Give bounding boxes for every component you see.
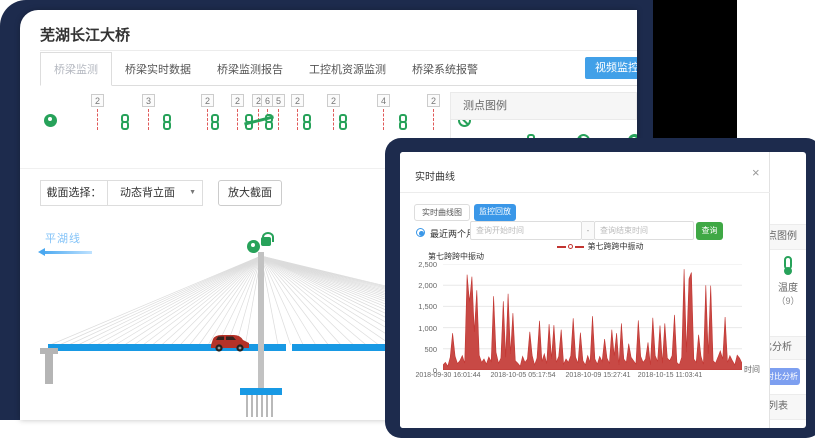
video-monitor-button[interactable]: 视频监控 (585, 57, 637, 79)
cable-line (261, 256, 379, 345)
background-window (737, 0, 815, 150)
legend-marker-line (575, 246, 584, 248)
temperature-legend-item[interactable]: 温度 （9） (770, 256, 806, 307)
close-icon[interactable]: × (752, 165, 760, 180)
link-icon[interactable] (398, 114, 408, 130)
background-gap (653, 0, 737, 139)
tab-桥梁系统报警[interactable]: 桥梁系统报警 (399, 53, 491, 85)
link-icon[interactable] (162, 114, 172, 130)
sensor-count-badge: 2 (201, 94, 214, 107)
bridge-deck-segment (264, 344, 286, 351)
query-button[interactable]: 查询 (696, 222, 723, 240)
sensor-connector-line (383, 109, 384, 130)
gauge-icon[interactable] (44, 114, 57, 127)
y-axis-tick-label: 2,000 (406, 281, 437, 290)
sensor-count-badge: 5 (272, 94, 285, 107)
sensor-count-badge: 2 (327, 94, 340, 107)
vehicle-on-bridge (208, 326, 252, 358)
x-axis-tick-label: 2018-10-05 05:17:54 (483, 372, 563, 379)
abutment-pier-stem (45, 354, 53, 384)
main-tabbar: 桥梁监测桥梁实时数据桥梁监测报告工控机资源监测桥梁系统报警 (40, 55, 637, 86)
legend-series-label: 第七跨跨中振动 (588, 241, 644, 252)
section-select-value: 动态背立面 (120, 181, 175, 205)
section-select-label: 截面选择： (40, 180, 108, 206)
gauge-icon[interactable] (247, 240, 260, 253)
sensor-count-badge: 2 (231, 94, 244, 107)
sensor-connector-line (433, 109, 434, 130)
tab-桥梁监测[interactable]: 桥梁监测 (40, 52, 112, 86)
tower-foundation-cap (240, 388, 282, 395)
x-axis-name: 时间 (744, 364, 760, 375)
divider (400, 192, 770, 193)
section-select-bar: 截面选择： 动态背立面 ▼ 放大截面 (40, 180, 340, 206)
tower-foundation-piles (246, 395, 276, 417)
sensor-connector-line (297, 109, 298, 130)
query-start-time-input[interactable] (470, 221, 582, 240)
tab-桥梁监测报告[interactable]: 桥梁监测报告 (204, 53, 296, 85)
y-axis-tick-labels: 05001,0001,5002,0002,500 (406, 264, 440, 370)
y-axis-tick-label: 500 (406, 345, 437, 354)
sensor-count-badge: 2 (291, 94, 304, 107)
x-axis-tick-label: 2018-10-15 11:03:41 (630, 372, 710, 379)
x-axis-tick-labels: 2018-09-30 16:01:442018-10-05 05:17:5420… (443, 372, 742, 384)
range-radio-label: 最近两个月 (430, 227, 475, 240)
legend-marker-line (557, 246, 566, 248)
measure-point-legend-header: 测点图例 (450, 92, 637, 120)
range-separator: - (582, 221, 594, 240)
range-radio[interactable] (416, 228, 425, 237)
sensor-connector-line (97, 109, 98, 130)
cable-line (261, 256, 391, 345)
vibration-series (443, 269, 742, 370)
dialog-title: 实时曲线 (415, 168, 455, 183)
lock-icon[interactable] (261, 237, 271, 246)
sensor-connector-line (148, 109, 149, 130)
sensor-count-badge: 2 (427, 94, 440, 107)
page-title: 芜湖长江大桥 (40, 24, 130, 45)
temperature-count: （9） (770, 294, 806, 307)
overlay-window: 测点图例 温度 （9） 对比分析 对比分析 测点列表 实时曲线 × 实时曲线图 … (400, 152, 806, 428)
query-end-time-input[interactable] (594, 221, 694, 240)
sensor-count-badge: 4 (377, 94, 390, 107)
tab-realtime-curve[interactable]: 实时曲线图 (414, 204, 470, 221)
chevron-down-icon: ▼ (189, 181, 196, 205)
chart-legend[interactable]: 第七跨跨中振动 (490, 241, 710, 252)
expansion-joint-icon[interactable] (244, 114, 274, 130)
sensor-connector-line (207, 109, 208, 130)
link-icon[interactable] (302, 114, 312, 130)
legend-marker-circle (568, 244, 573, 249)
tab-monitor-playback[interactable]: 监控回放 (474, 204, 516, 221)
sensor-connector-line (278, 109, 279, 130)
link-icon[interactable] (338, 114, 348, 130)
y-axis-tick-label: 1,000 (406, 324, 437, 333)
y-axis-tick-label: 2,500 (406, 260, 437, 269)
bridge-tower (258, 252, 264, 390)
link-icon[interactable] (210, 114, 220, 130)
x-axis-tick-label: 2018-10-09 15:27:41 (558, 372, 638, 379)
y-axis-tick-label: 1,500 (406, 302, 437, 311)
sensor-count-badge: 3 (142, 94, 155, 107)
screen: { "main_window": { "title": "芜湖长江大桥", "t… (0, 0, 815, 420)
divider (40, 50, 637, 51)
enlarge-section-button[interactable]: 放大截面 (218, 180, 282, 206)
section-select-dropdown[interactable]: 动态背立面 ▼ (107, 180, 203, 206)
tab-桥梁实时数据[interactable]: 桥梁实时数据 (112, 53, 204, 85)
link-icon[interactable] (120, 114, 130, 130)
tab-工控机资源监测[interactable]: 工控机资源监测 (296, 53, 399, 85)
sensor-connector-line (237, 109, 238, 130)
x-axis-tick-label: 2018-09-30 16:01:44 (408, 372, 488, 379)
thermometer-icon (784, 256, 792, 270)
sensor-count-badge: 2 (91, 94, 104, 107)
temperature-label: 温度 (770, 279, 806, 294)
sensor-connector-line (333, 109, 334, 130)
vibration-chart (443, 264, 742, 370)
realtime-curve-dialog: 实时曲线 × 实时曲线图 监控回放 最近两个月 - 查询 第七跨跨中振动 第七跨… (400, 152, 770, 428)
